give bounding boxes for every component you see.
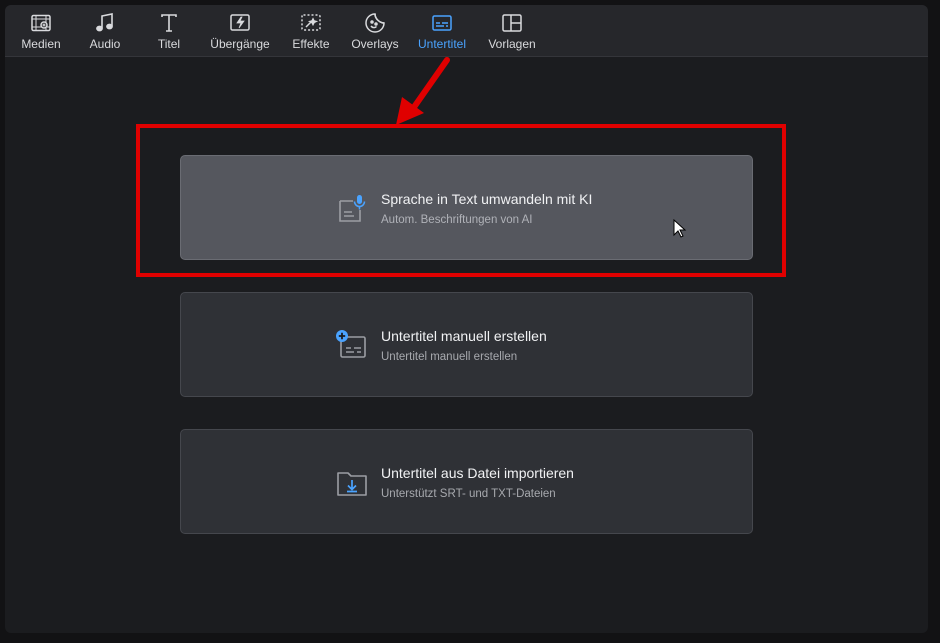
media-icon bbox=[31, 14, 51, 32]
music-note-icon bbox=[96, 13, 113, 32]
tab-label: Audio bbox=[89, 37, 121, 51]
tab-audio[interactable]: Audio bbox=[73, 5, 137, 57]
speech-to-text-card[interactable]: Sprache in Text umwandeln mit KI Autom. … bbox=[180, 155, 753, 260]
template-icon bbox=[502, 14, 522, 32]
tab-effekte[interactable]: Effekte bbox=[279, 5, 343, 57]
sticker-icon bbox=[365, 13, 385, 33]
tab-medien[interactable]: Medien bbox=[9, 5, 73, 57]
tab-label: Titel bbox=[157, 37, 181, 51]
media-toolbar: Medien Audio Titel Übergänge Effekte Ove… bbox=[5, 5, 928, 57]
tab-untertitel[interactable]: Untertitel bbox=[407, 5, 477, 57]
subtitle-icon bbox=[432, 15, 452, 31]
option-subtitle: Unterstützt SRT- und TXT-Dateien bbox=[381, 488, 556, 500]
tab-titel[interactable]: Titel bbox=[137, 5, 201, 57]
option-subtitle: Autom. Beschriftungen von AI bbox=[381, 214, 533, 226]
effects-icon bbox=[301, 14, 321, 31]
app-window: Medien Audio Titel Übergänge Effekte Ove… bbox=[5, 5, 928, 633]
option-subtitle: Untertitel manuell erstellen bbox=[381, 351, 518, 363]
import-subtitle-file-card[interactable]: Untertitel aus Datei importieren Unterst… bbox=[180, 429, 753, 534]
tab-label: Medien bbox=[21, 37, 61, 51]
tab-uebergaenge[interactable]: Übergänge bbox=[201, 5, 279, 57]
tab-label: Vorlagen bbox=[488, 37, 536, 51]
import-folder-icon bbox=[337, 472, 367, 496]
tab-vorlagen[interactable]: Vorlagen bbox=[477, 5, 547, 57]
option-title: Sprache in Text umwandeln mit KI bbox=[381, 191, 593, 207]
create-subtitle-manually-card[interactable]: Untertitel manuell erstellen Untertitel … bbox=[180, 292, 753, 397]
speech-to-text-icon bbox=[339, 195, 366, 222]
transition-icon bbox=[230, 14, 250, 31]
text-icon bbox=[161, 14, 177, 32]
tab-label: Übergänge bbox=[210, 37, 270, 51]
option-title: Untertitel aus Datei importieren bbox=[381, 465, 574, 481]
option-title: Untertitel manuell erstellen bbox=[381, 328, 547, 344]
tab-label: Effekte bbox=[292, 37, 330, 51]
tab-label: Untertitel bbox=[417, 37, 467, 51]
tab-overlays[interactable]: Overlays bbox=[343, 5, 407, 57]
add-subtitle-icon bbox=[336, 330, 366, 358]
tab-label: Overlays bbox=[351, 37, 399, 51]
